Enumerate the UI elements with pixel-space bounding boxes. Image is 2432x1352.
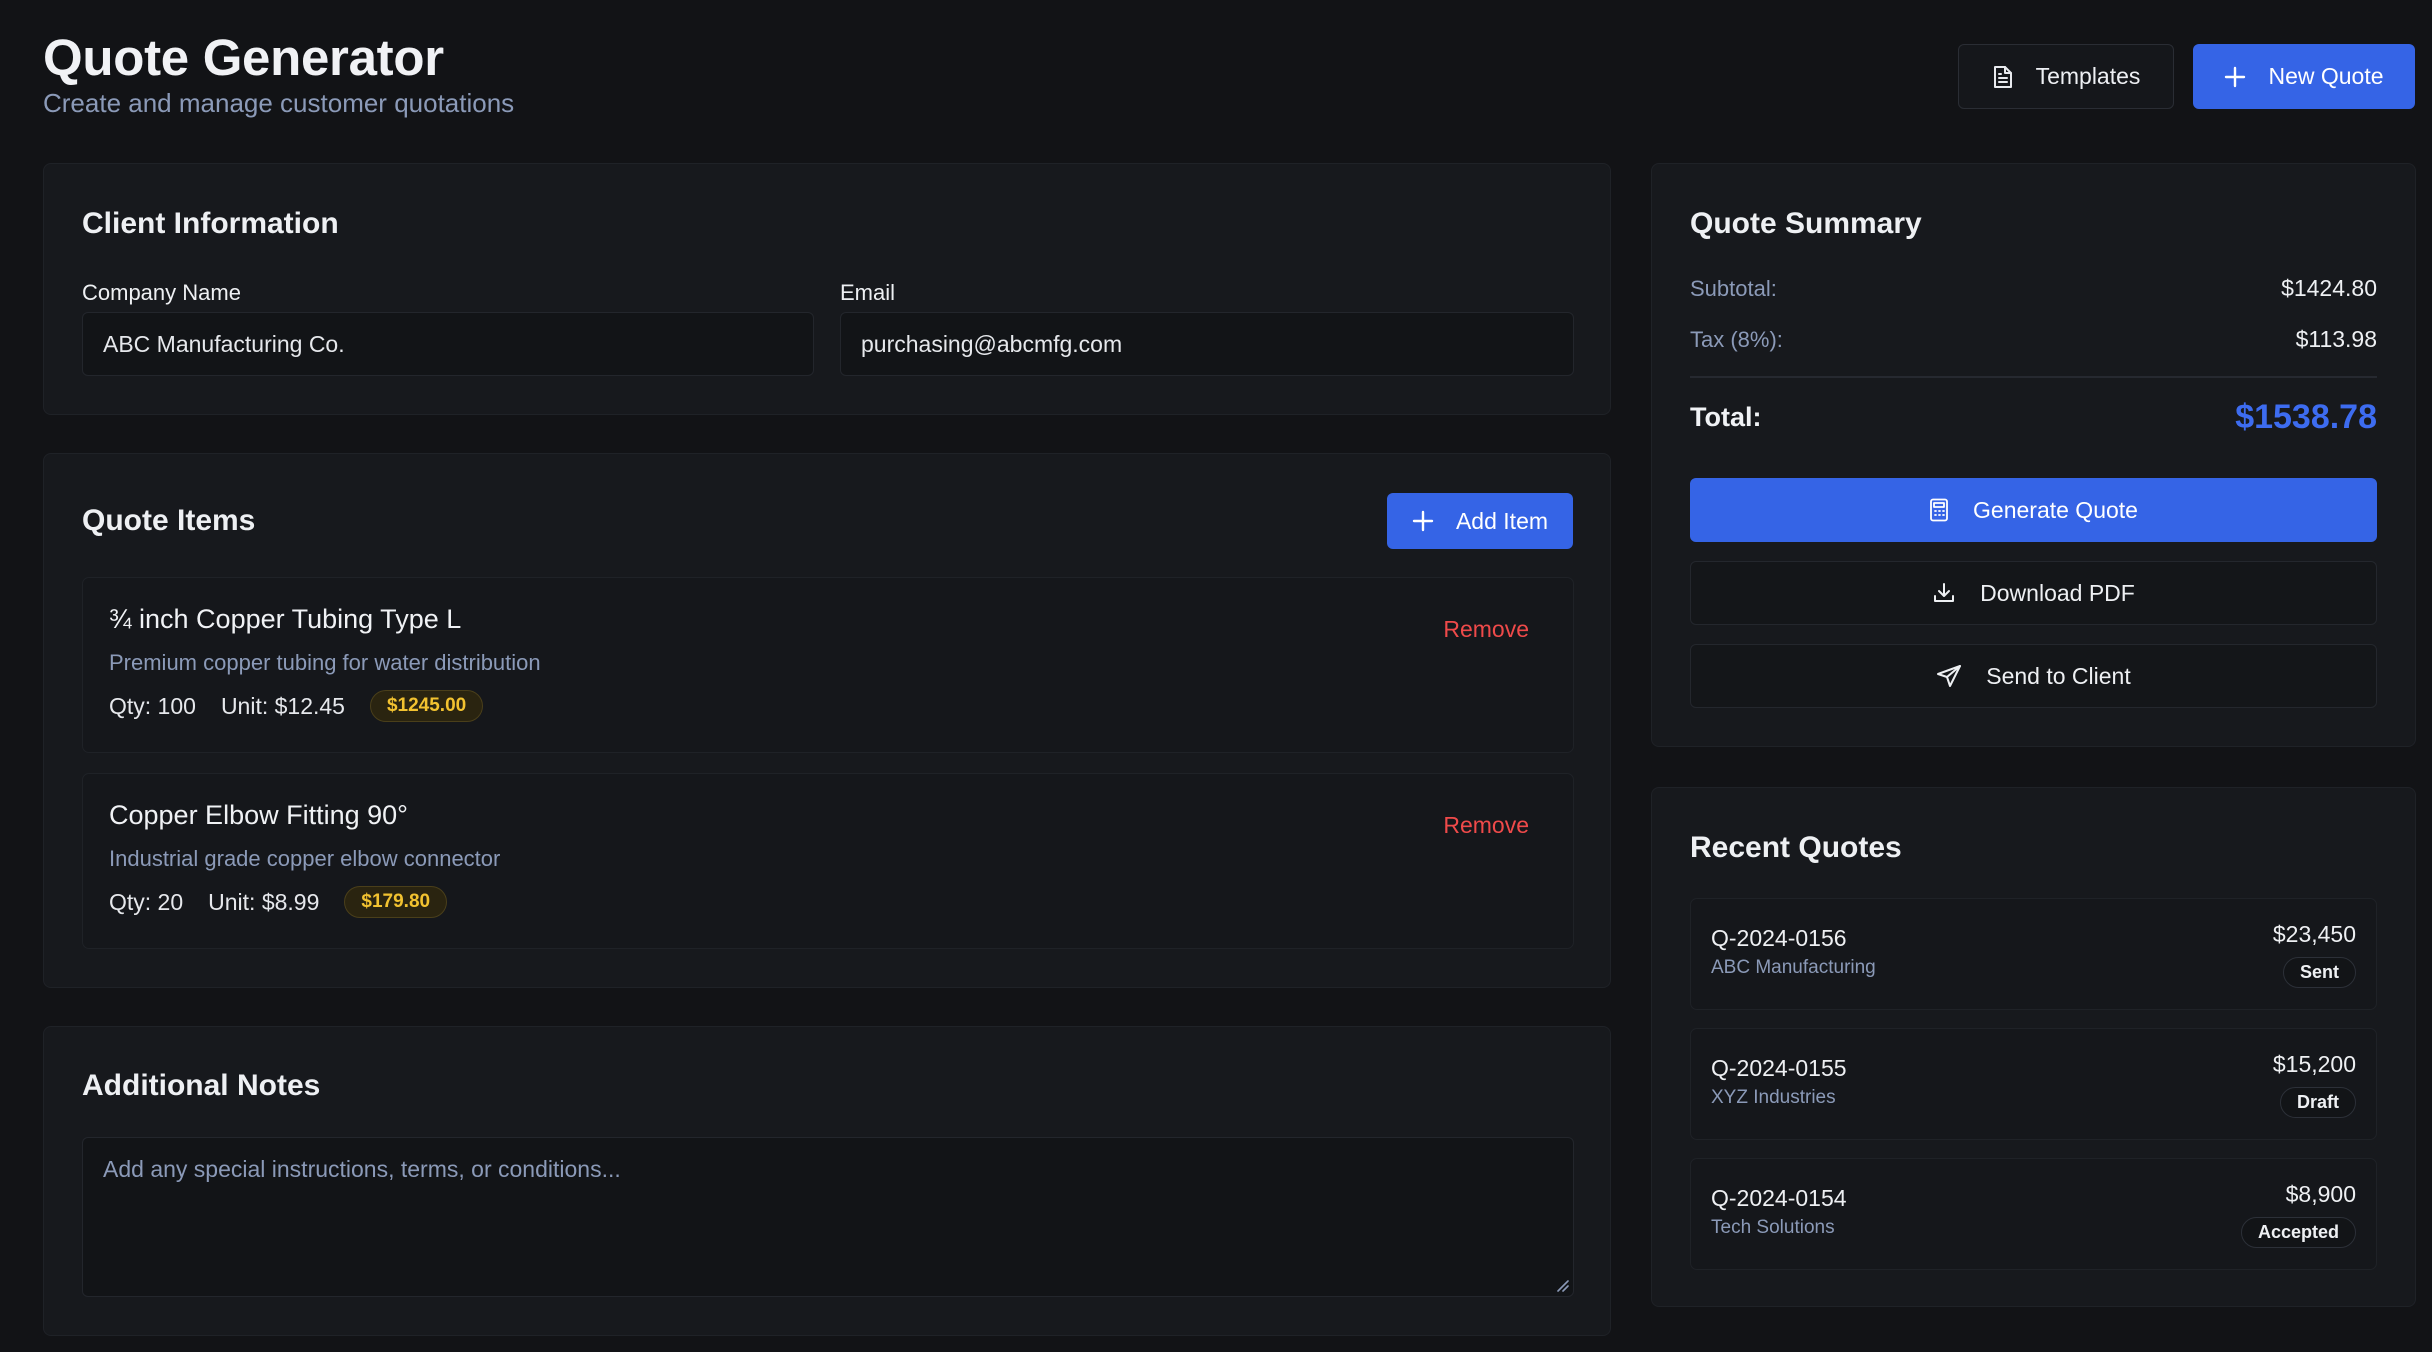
client-information-title: Client Information	[82, 207, 339, 240]
quote-amount: $23,450	[2272, 921, 2356, 947]
item-description: Premium copper tubing for water distribu…	[109, 650, 541, 675]
quote-amount: $8,900	[2285, 1181, 2356, 1207]
subtotal-value: $1424.80	[2281, 275, 2377, 301]
add-item-button-label: Add Item	[1455, 507, 1549, 534]
quote-items-title: Quote Items	[82, 504, 256, 537]
quote-item: ¾ inch Copper Tubing Type L Premium copp…	[82, 577, 1574, 753]
quote-summary-title: Quote Summary	[1690, 207, 1922, 240]
item-description: Industrial grade copper elbow connector	[109, 846, 501, 871]
send-to-client-label: Send to Client	[1986, 662, 2131, 689]
recent-quote-item[interactable]: Q-2024-0155 XYZ Industries $15,200 Draft	[1690, 1028, 2377, 1140]
additional-notes-card: Additional Notes Add any special instruc…	[43, 1026, 1611, 1336]
plus-icon	[2224, 66, 2246, 88]
quote-client: XYZ Industries	[1711, 1087, 1836, 1108]
additional-notes-title: Additional Notes	[82, 1069, 321, 1102]
recent-quotes-card: Recent Quotes Q-2024-0156 ABC Manufactur…	[1651, 787, 2416, 1307]
quote-summary-card: Quote Summary Subtotal: $1424.80 Tax (8%…	[1651, 163, 2416, 747]
download-pdf-button[interactable]: Download PDF	[1690, 561, 2377, 625]
download-pdf-label: Download PDF	[1980, 579, 2135, 606]
quote-client: ABC Manufacturing	[1711, 957, 1876, 978]
email-field[interactable]: purchasing@abcmfg.com	[840, 312, 1574, 376]
status-badge: Sent	[2282, 957, 2356, 988]
notes-textarea[interactable]: Add any special instructions, terms, or …	[82, 1137, 1574, 1297]
item-meta: Qty: 100 Unit: $12.45 $1245.00	[109, 690, 484, 722]
company-name-field[interactable]: ABC Manufacturing Co.	[82, 312, 814, 376]
new-quote-button[interactable]: New Quote	[2193, 44, 2415, 109]
total-label: Total:	[1690, 402, 1762, 432]
add-item-button[interactable]: Add Item	[1387, 493, 1573, 549]
download-icon	[1932, 581, 1956, 605]
item-total-badge: $179.80	[344, 886, 448, 918]
templates-button[interactable]: Templates	[1958, 44, 2174, 109]
quote-id: Q-2024-0154	[1711, 1185, 1847, 1211]
send-icon	[1936, 664, 1962, 688]
remove-item-button[interactable]: Remove	[1443, 616, 1529, 643]
templates-button-label: Templates	[2035, 63, 2141, 89]
tax-value: $113.98	[2295, 326, 2377, 352]
page-subtitle: Create and manage customer quotations	[43, 88, 515, 118]
client-information-card: Client Information Company Name ABC Manu…	[43, 163, 1611, 415]
quote-items-card: Quote Items Add Item ¾ inch Copper Tubin…	[43, 453, 1611, 988]
item-name: ¾ inch Copper Tubing Type L	[109, 604, 462, 634]
tax-label: Tax (8%):	[1690, 326, 1783, 352]
total-value: $1538.78	[2235, 398, 2377, 436]
recent-quotes-title: Recent Quotes	[1690, 831, 1902, 864]
quote-item: Copper Elbow Fitting 90° Industrial grad…	[82, 773, 1574, 949]
quote-client: Tech Solutions	[1711, 1217, 1835, 1238]
quote-generator-page: Quote Generator Create and manage custom…	[0, 0, 2432, 1352]
recent-quote-item[interactable]: Q-2024-0156 ABC Manufacturing $23,450 Se…	[1690, 898, 2377, 1010]
email-label: Email	[840, 280, 896, 305]
item-total-badge: $1245.00	[369, 690, 484, 722]
notes-placeholder: Add any special instructions, terms, or …	[103, 1156, 621, 1182]
item-unit-price: Unit: $8.99	[208, 888, 320, 915]
generate-quote-button[interactable]: Generate Quote	[1690, 478, 2377, 542]
plus-icon	[1412, 510, 1434, 532]
page-title: Quote Generator	[43, 29, 444, 86]
calculator-icon	[1929, 498, 1949, 522]
resize-handle-icon[interactable]	[1555, 1278, 1569, 1292]
status-badge: Accepted	[2240, 1217, 2356, 1248]
item-quantity: Qty: 20	[109, 888, 184, 915]
remove-item-button[interactable]: Remove	[1443, 812, 1529, 839]
quote-amount: $15,200	[2272, 1051, 2356, 1077]
status-badge: Draft	[2279, 1087, 2356, 1118]
total-row: Total: $1538.78	[1690, 398, 2377, 437]
item-name: Copper Elbow Fitting 90°	[109, 800, 408, 830]
company-name-label: Company Name	[82, 280, 241, 305]
new-quote-button-label: New Quote	[2268, 63, 2384, 89]
quote-id: Q-2024-0156	[1711, 925, 1847, 951]
send-to-client-button[interactable]: Send to Client	[1690, 644, 2377, 708]
subtotal-label: Subtotal:	[1690, 275, 1777, 301]
recent-quote-item[interactable]: Q-2024-0154 Tech Solutions $8,900 Accept…	[1690, 1158, 2377, 1270]
summary-divider	[1690, 376, 2377, 378]
item-meta: Qty: 20 Unit: $8.99 $179.80	[109, 886, 448, 918]
generate-quote-label: Generate Quote	[1973, 496, 2138, 523]
quote-id: Q-2024-0155	[1711, 1055, 1847, 1081]
subtotal-row: Subtotal: $1424.80	[1690, 275, 2377, 302]
item-unit-price: Unit: $12.45	[220, 692, 345, 719]
file-text-icon	[1992, 65, 2014, 89]
item-quantity: Qty: 100	[109, 692, 196, 719]
tax-row: Tax (8%): $113.98	[1690, 326, 2377, 353]
